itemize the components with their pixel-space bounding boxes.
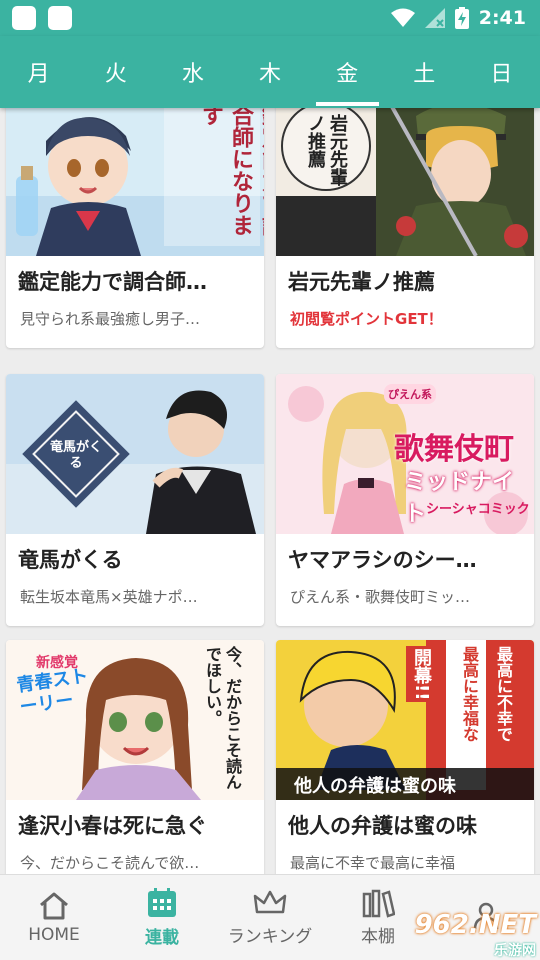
cover-title-text: ミッドナイト — [404, 470, 515, 527]
nav-ranking[interactable]: ランキング — [216, 875, 324, 960]
series-card[interactable]: 竜馬がくる 竜馬がくる 転生坂本竜馬×英雄ナポ… — [6, 374, 264, 626]
crown-icon — [253, 890, 287, 914]
card-title: 鑑定能力で調合師… — [18, 270, 207, 294]
cover-tagline-text: 今、だからこそ読んでほしい。 — [203, 646, 242, 790]
site-watermark: 962.NET 乐游网 — [415, 910, 536, 960]
card-title: 逢沢小春は死に急ぐ — [18, 814, 207, 838]
cover-title-text: 歌舞伎町 — [394, 432, 514, 467]
card-subtitle: 今、だからこそ読んで欲… — [20, 854, 200, 872]
cover-title-text: 竜馬がくる — [49, 440, 102, 471]
tab-saturday[interactable]: 土 — [386, 36, 463, 108]
tab-label: 水 — [181, 62, 204, 87]
cover-image: 新感覚 青春ストーリー 今、だからこそ読んでほしい。 — [6, 640, 264, 800]
nav-home[interactable]: HOME — [0, 875, 108, 960]
tab-label: 日 — [490, 62, 513, 87]
cover-badge-text: 開幕!! — [406, 646, 436, 703]
calendar-icon — [148, 888, 176, 917]
series-card[interactable]: 岩元先輩ノ推薦 岩元先輩ノ推薦 初閲覧ポイントGET！ — [276, 108, 534, 348]
cover-image: 岩元先輩ノ推薦 — [276, 108, 534, 256]
tab-label: 金 — [336, 62, 359, 87]
weekday-tabs: 月 火 水 木 金 土 日 — [0, 36, 540, 108]
tab-monday[interactable]: 月 — [0, 36, 77, 108]
cover-image: 竜馬がくる — [6, 374, 264, 534]
cover-tagline-text: 最高に不幸で — [494, 646, 513, 742]
card-title: 他人の弁護は蜜の味 — [288, 814, 477, 838]
card-title: 竜馬がくる — [18, 548, 123, 572]
cover-image: 鑑定能力で調合師になります — [6, 108, 264, 256]
no-signal-icon — [424, 8, 445, 28]
series-grid: 鑑定能力で調合師になります 鑑定能力で調合師… 見守られ系最強癒し男子… 岩元先… — [0, 108, 540, 874]
tab-tuesday[interactable]: 火 — [77, 36, 154, 108]
tab-thursday[interactable]: 木 — [231, 36, 308, 108]
tab-wednesday[interactable]: 水 — [154, 36, 231, 108]
notification-icon — [48, 6, 72, 30]
card-subtitle: 転生坂本竜馬×英雄ナポ… — [20, 588, 198, 606]
card-title: ヤマアラシのシー… — [288, 548, 477, 572]
card-subtitle: 見守られ系最強癒し男子… — [20, 310, 201, 328]
cover-title-text: 他人の弁護は蜜の味 — [294, 776, 456, 797]
tab-label: 土 — [413, 62, 436, 87]
series-card[interactable]: 新感覚 青春ストーリー 今、だからこそ読んでほしい。 逢沢小春は死に急ぐ 今、だ… — [6, 640, 264, 874]
nav-label: HOME — [28, 924, 80, 945]
card-subtitle: 最高に不幸で最高に幸福 — [290, 854, 456, 872]
status-bar: 2:41 — [0, 0, 540, 36]
notification-icon — [12, 6, 36, 30]
nav-label: 連載 — [145, 928, 179, 948]
tab-label: 木 — [258, 62, 281, 87]
tab-friday[interactable]: 金 — [309, 36, 386, 108]
cover-title-text: 鑑定能力で調合師になります — [198, 108, 264, 236]
card-subtitle-promo: 初閲覧ポイントGET！ — [290, 310, 443, 328]
home-icon — [40, 892, 68, 919]
card-subtitle: ぴえん系・歌舞伎町ミッ… — [290, 588, 471, 606]
nav-label: ランキング — [227, 927, 313, 947]
cover-title-text: 岩元先輩ノ推薦 — [305, 114, 348, 186]
cover-image: 開幕!! 最高に不幸で 最高に幸福な 他人の弁護は蜜の味 — [276, 640, 534, 800]
watermark-sub: 乐游网 — [494, 943, 536, 959]
wifi-icon — [390, 8, 415, 27]
cover-image: ぴえん系 歌舞伎町 ミッドナイト シーシャコミック — [276, 374, 534, 534]
cover-tagline-text: 最高に幸福な — [460, 646, 479, 742]
cover-title-text: シーシャコミック — [426, 502, 530, 517]
nav-label: 本棚 — [361, 927, 395, 947]
tab-label: 月 — [27, 62, 50, 87]
series-card[interactable]: 開幕!! 最高に不幸で 最高に幸福な 他人の弁護は蜜の味 他人の弁護は蜜の味 最… — [276, 640, 534, 874]
clock: 2:41 — [478, 7, 526, 29]
bookshelf-icon — [362, 889, 395, 918]
card-title: 岩元先輩ノ推薦 — [288, 270, 435, 294]
tab-sunday[interactable]: 日 — [463, 36, 540, 108]
watermark-brand: 962.NET — [414, 910, 536, 940]
nav-serial[interactable]: 連載 — [108, 875, 216, 960]
battery-charging-icon — [454, 7, 469, 29]
series-card[interactable]: 鑑定能力で調合師になります 鑑定能力で調合師… 見守られ系最強癒し男子… — [6, 108, 264, 348]
cover-badge-text: ぴえん系 — [384, 384, 436, 404]
series-card[interactable]: ぴえん系 歌舞伎町 ミッドナイト シーシャコミック ヤマアラシのシー… ぴえん系… — [276, 374, 534, 626]
tab-label: 火 — [104, 62, 127, 87]
